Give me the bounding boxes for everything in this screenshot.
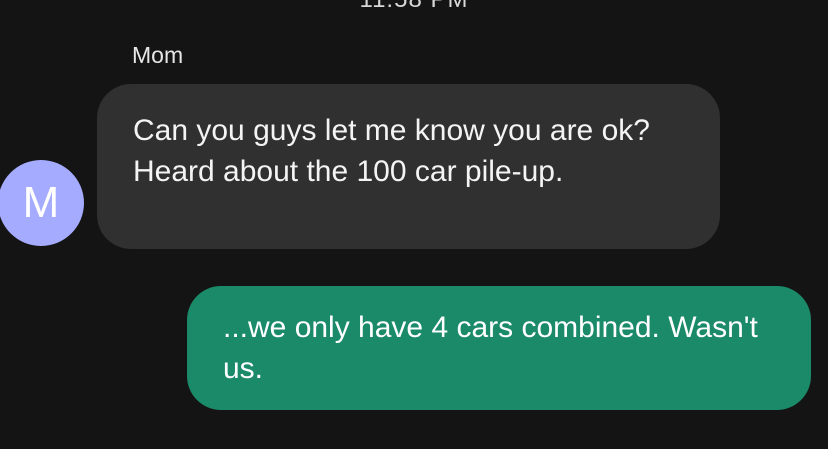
conversation-screen: 11:58 PM Mom M Can you guys let me know … xyxy=(0,0,828,449)
outgoing-message-bubble[interactable]: ...we only have 4 cars combined. Wasn't … xyxy=(187,286,811,410)
sender-name: Mom xyxy=(132,42,184,68)
avatar[interactable]: M xyxy=(0,160,84,246)
status-time: 11:58 PM xyxy=(0,0,828,14)
avatar-letter: M xyxy=(22,178,60,227)
incoming-message-bubble[interactable]: Can you guys let me know you are ok? Hea… xyxy=(97,84,720,249)
